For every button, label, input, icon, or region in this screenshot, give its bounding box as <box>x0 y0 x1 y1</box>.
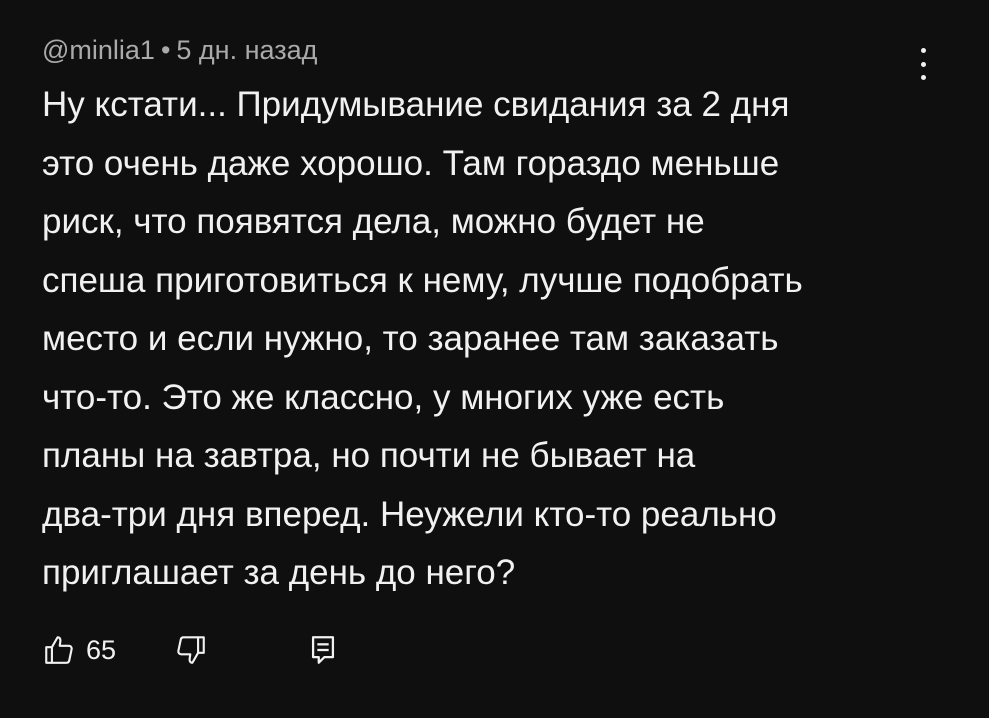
comment-text-line: что-то. Это же классно, у многих уже ест… <box>42 377 725 417</box>
like-button[interactable]: 65 <box>42 633 116 667</box>
comment-text-line: Ну кстати... Придумывание свидания за 2 … <box>42 85 790 124</box>
comment-author[interactable]: @minlia1 <box>42 35 155 65</box>
reply-button[interactable] <box>308 633 338 667</box>
comment-actions: 65 <box>42 628 338 672</box>
reply-icon <box>308 633 338 667</box>
thumbs-down-icon <box>174 633 208 667</box>
comment-text-line: планы на завтра, но почти не бывает на <box>42 436 696 475</box>
comment-text-line: это очень даже хорошо. Там гораздо меньш… <box>42 143 780 183</box>
like-count: 65 <box>86 634 117 665</box>
more-vertical-icon-dot <box>920 75 926 80</box>
comment-text-line: два-три дня вперед. Неужели кто-то реаль… <box>42 494 777 534</box>
thumbs-up-icon <box>42 633 76 667</box>
comment: @minlia1 • 5 дн. назад Ну кстати... Придум… <box>42 26 922 603</box>
comment-text-line: спеша приготовиться к нему, лучше подобр… <box>42 260 803 300</box>
comment-text-line: место и если нужно, то заранее там заказ… <box>42 319 779 358</box>
comment-text-line: приглашает за день до него? <box>42 553 516 592</box>
comment-timestamp[interactable]: 5 дн. назад <box>176 35 317 65</box>
comment-text: Ну кстати... Придумывание свидания за 2 … <box>42 76 922 603</box>
comment-header: @minlia1 • 5 дн. назад <box>42 26 922 74</box>
more-vertical-icon <box>920 48 926 53</box>
more-vertical-icon-dot <box>920 61 926 67</box>
meta-separator: • <box>160 35 171 65</box>
more-options-button[interactable] <box>906 44 940 84</box>
comment-text-line: риск, что появятся дела, можно будет не <box>42 202 705 241</box>
dislike-button[interactable] <box>174 633 208 667</box>
